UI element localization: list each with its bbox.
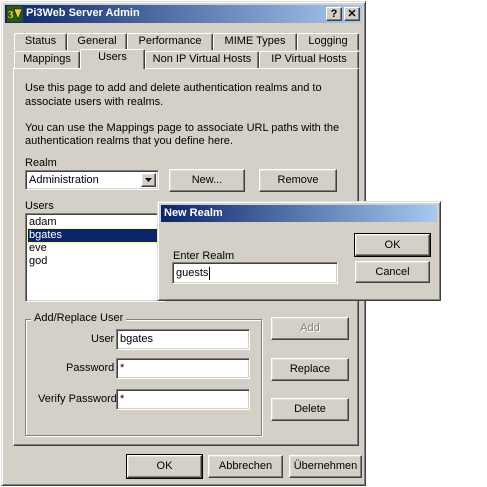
verify-password-field[interactable]: * <box>116 389 250 410</box>
add-user-button[interactable]: Add <box>271 317 349 340</box>
replace-user-button[interactable]: Replace <box>271 358 349 381</box>
tab-ip-virtual-hosts[interactable]: IP Virtual Hosts <box>259 51 359 68</box>
users-list[interactable]: adam bgates eve god <box>25 213 165 302</box>
tab-mappings[interactable]: Mappings <box>14 51 80 68</box>
tab-users[interactable]: Users <box>80 49 145 69</box>
user-field[interactable]: bgates <box>116 329 250 350</box>
remove-realm-button[interactable]: Remove <box>259 169 337 192</box>
realm-name-input-value: guests <box>176 267 209 279</box>
realm-select[interactable]: Administration <box>25 170 159 190</box>
list-item[interactable]: bgates <box>27 228 163 243</box>
password-field-value: * <box>120 362 125 374</box>
text-cursor <box>209 267 210 280</box>
new-realm-dialog: New Realm Enter Realm guests OK Cancel <box>157 201 441 301</box>
realm-name-input[interactable]: guests <box>172 262 338 284</box>
window-title: Pi3Web Server Admin <box>26 7 140 19</box>
tab-non-ip-virtual-hosts[interactable]: Non IP Virtual Hosts <box>145 51 259 68</box>
help-button[interactable]: ? <box>326 7 342 21</box>
realm-dropdown-button[interactable] <box>141 173 156 187</box>
ok-button[interactable]: OK <box>126 454 203 479</box>
user-field-label: User <box>91 333 115 345</box>
close-icon: ✕ <box>347 8 357 20</box>
dialog-ok-button[interactable]: OK <box>354 233 431 257</box>
tab-performance[interactable]: Performance <box>127 33 213 50</box>
svg-text:3: 3 <box>8 9 14 21</box>
cancel-button[interactable]: Abbrechen <box>208 455 283 478</box>
user-field-value: bgates <box>120 333 154 345</box>
delete-user-button[interactable]: Delete <box>271 398 349 421</box>
tab-status[interactable]: Status <box>14 33 67 50</box>
new-realm-button[interactable]: New... <box>169 169 245 192</box>
realm-select-value: Administration <box>29 174 99 186</box>
tab-logging[interactable]: Logging <box>297 33 359 50</box>
password-field[interactable]: * <box>116 358 250 379</box>
verify-password-field-value: * <box>120 393 125 405</box>
add-replace-group-label: Add/Replace User <box>31 312 127 324</box>
chevron-down-icon <box>145 178 152 182</box>
app-logo-icon: 3 <box>7 6 23 22</box>
password-field-label: Password <box>66 362 115 374</box>
tab-general[interactable]: General <box>67 33 127 50</box>
verify-password-field-label: Verify Password <box>38 393 117 405</box>
list-item[interactable]: eve <box>28 242 162 255</box>
apply-button[interactable]: Übernehmen <box>289 455 362 478</box>
enter-realm-label: Enter Realm <box>173 250 235 262</box>
tab-mime-types[interactable]: MIME Types <box>213 33 297 50</box>
list-item[interactable]: god <box>28 255 162 268</box>
dialog-cancel-button[interactable]: Cancel <box>355 261 430 283</box>
window-titlebar[interactable]: 3 Pi3Web Server Admin ? ✕ <box>5 5 362 23</box>
new-realm-dialog-title[interactable]: New Realm <box>161 205 437 222</box>
list-item[interactable]: adam <box>28 216 162 229</box>
close-button[interactable]: ✕ <box>344 7 360 21</box>
